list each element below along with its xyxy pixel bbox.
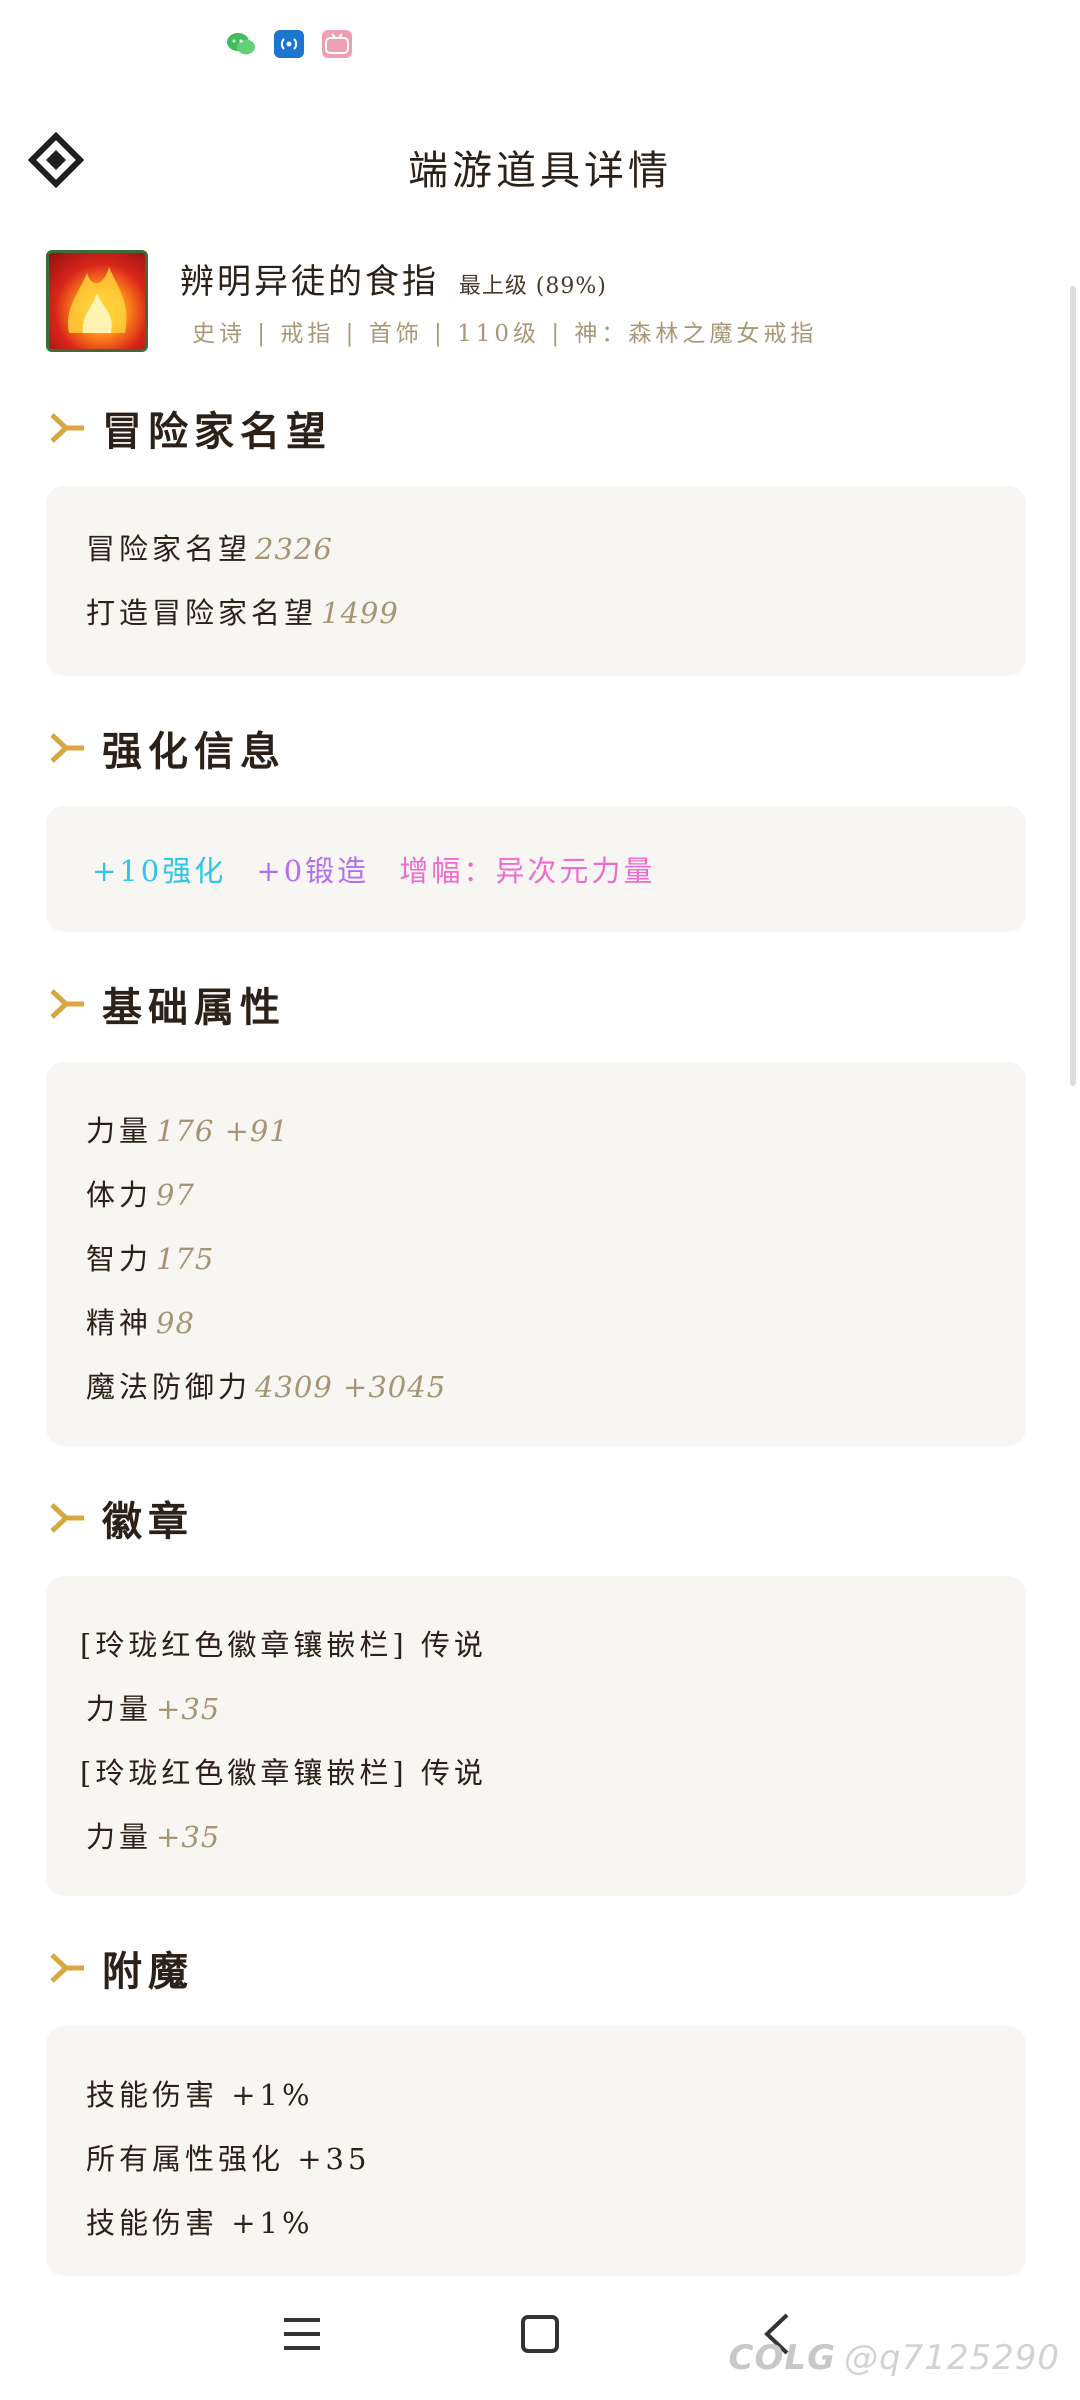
emblem-slot-label: [玲珑红色徽章镶嵌栏] 传说 bbox=[80, 1628, 487, 1662]
enhance-card: +10强化 +0锻造 增幅：异次元力量 bbox=[46, 806, 1026, 932]
stat-row: 打造冒险家名望 1499 bbox=[86, 590, 399, 632]
stat-row: 智力 175 bbox=[86, 1236, 214, 1278]
fame-card: 冒险家名望 2326 打造冒险家名望 1499 bbox=[46, 486, 1026, 676]
item-icon bbox=[46, 250, 148, 352]
arrow-right-icon bbox=[50, 1503, 84, 1533]
base-card: 力量 176 +91 体力 97 智力 175 精神 98 魔法防御力 4309 +304… bbox=[46, 1062, 1026, 1446]
stat-value: 98 bbox=[156, 1306, 195, 1340]
emblem-slot: [玲珑红色徽章镶嵌栏] 传说 bbox=[80, 1750, 487, 1792]
watermark-user: @q7125290 bbox=[843, 2338, 1060, 2378]
status-bar-icons bbox=[226, 30, 352, 58]
item-meta: 史诗 | 戒指 | 首饰 | 110级 | 神：森林之魔女戒指 bbox=[192, 321, 818, 347]
emblem-slot-label: [玲珑红色徽章镶嵌栏] 传说 bbox=[80, 1756, 487, 1790]
enchant-row: 技能伤害 +1% bbox=[86, 2206, 314, 2240]
section-title-enchant: 附魔 bbox=[48, 1938, 194, 1998]
stat-row: 冒险家名望 2326 bbox=[86, 526, 333, 568]
cast-icon bbox=[274, 30, 304, 58]
stat-label: 魔法防御力 bbox=[86, 1370, 252, 1404]
stat-value: +35 bbox=[156, 1820, 221, 1854]
stat-row: 力量 +35 bbox=[86, 1814, 220, 1856]
stat-label: 力量 bbox=[86, 1820, 153, 1854]
home-icon[interactable] bbox=[510, 2304, 570, 2364]
stat-value: 4309 +3045 bbox=[255, 1370, 447, 1404]
stat-value: 175 bbox=[156, 1242, 215, 1276]
stat-value: 1499 bbox=[321, 596, 399, 630]
arrow-right-icon bbox=[50, 1953, 84, 1983]
stat-label: 体力 bbox=[86, 1178, 153, 1212]
section-title-fame: 冒险家名望 bbox=[48, 398, 332, 458]
enchant-row: 所有属性强化 +35 bbox=[86, 2142, 371, 2176]
arrow-right-icon bbox=[50, 989, 84, 1019]
section-title-emblem: 徽章 bbox=[48, 1488, 194, 1548]
enchant-row: 技能伤害 +1% bbox=[86, 2078, 314, 2112]
section-label: 强化信息 bbox=[102, 728, 286, 775]
stat-label: 打造冒险家名望 bbox=[86, 596, 318, 630]
stat-value: +35 bbox=[156, 1692, 221, 1726]
section-label: 附魔 bbox=[102, 1948, 194, 1995]
section-label: 冒险家名望 bbox=[102, 408, 332, 455]
stat-value: 97 bbox=[156, 1178, 195, 1212]
menu-icon[interactable] bbox=[272, 2304, 332, 2364]
enhance-row: +10强化 +0锻造 增幅：异次元力量 bbox=[92, 848, 655, 890]
stat-label: 智力 bbox=[86, 1242, 153, 1276]
enhance-level: +10强化 bbox=[92, 854, 227, 888]
emblem-card: [玲珑红色徽章镶嵌栏] 传说 力量 +35 [玲珑红色徽章镶嵌栏] 传说 力量 +3… bbox=[46, 1576, 1026, 1896]
stat-label: 冒险家名望 bbox=[86, 532, 252, 566]
section-title-enhance: 强化信息 bbox=[48, 718, 286, 778]
page-title: 端游道具详情 bbox=[408, 148, 672, 194]
item-name-text: 辨明异徒的食指 bbox=[180, 262, 439, 302]
item-name: 辨明异徒的食指 最上级 (89%) bbox=[180, 254, 607, 303]
stat-row: 魔法防御力 4309 +3045 bbox=[86, 1364, 446, 1406]
item-summary: 辨明异徒的食指 最上级 (89%) 史诗 | 戒指 | 首饰 | 110级 | … bbox=[46, 248, 1046, 358]
stat-label: 力量 bbox=[86, 1692, 153, 1726]
watermark: COLG @q7125290 bbox=[729, 2338, 1060, 2378]
arrow-right-icon bbox=[50, 413, 84, 443]
section-label: 徽章 bbox=[102, 1498, 194, 1545]
enchant-card: 技能伤害 +1% 所有属性强化 +35 技能伤害 +1% bbox=[46, 2026, 1026, 2276]
bilibili-icon bbox=[322, 30, 352, 58]
amplify-info: 增幅：异次元力量 bbox=[399, 854, 656, 888]
stat-value: 2326 bbox=[255, 532, 333, 566]
stat-label: 精神 bbox=[86, 1306, 153, 1340]
stat-row: 力量 +35 bbox=[86, 1686, 220, 1728]
scrollbar[interactable] bbox=[1070, 286, 1076, 1086]
wechat-icon bbox=[226, 30, 256, 58]
arrow-right-icon bbox=[50, 733, 84, 763]
item-grade: 最上级 (89%) bbox=[458, 274, 607, 299]
forge-level: +0锻造 bbox=[256, 854, 370, 888]
stat-row: 精神 98 bbox=[86, 1300, 195, 1342]
stat-row: 体力 97 bbox=[86, 1172, 195, 1214]
stat-label: 力量 bbox=[86, 1114, 153, 1148]
app-header: 端游道具详情 bbox=[0, 118, 1080, 208]
stat-value: 176 +91 bbox=[156, 1114, 289, 1148]
stat-row: 力量 176 +91 bbox=[86, 1108, 289, 1150]
system-nav-bar: COLG @q7125290 bbox=[0, 2280, 1080, 2400]
emblem-slot: [玲珑红色徽章镶嵌栏] 传说 bbox=[80, 1622, 487, 1664]
section-label: 基础属性 bbox=[102, 984, 286, 1031]
section-title-base: 基础属性 bbox=[48, 974, 286, 1034]
watermark-brand: COLG bbox=[728, 2338, 836, 2378]
